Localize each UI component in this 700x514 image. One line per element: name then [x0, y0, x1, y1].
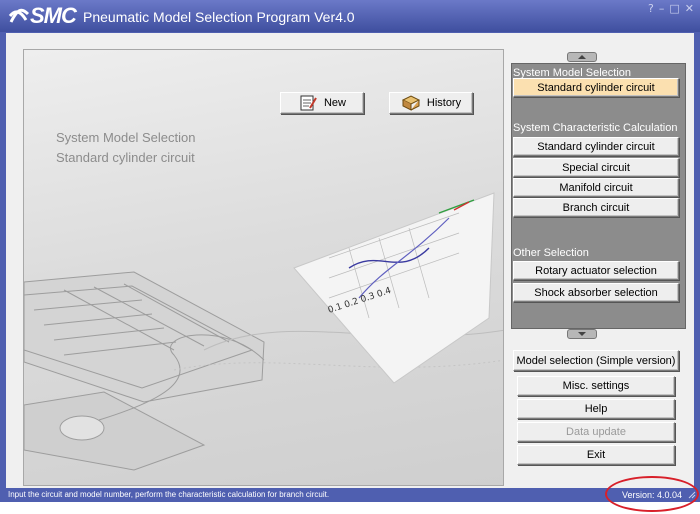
maximize-icon[interactable]: □: [669, 3, 679, 15]
new-button[interactable]: New: [280, 92, 364, 114]
smc-logo: SMC: [8, 4, 84, 28]
button-label: Branch circuit: [562, 201, 630, 214]
model-standard-cylinder-circuit-button[interactable]: Standard cylinder circuit: [513, 78, 679, 97]
shock-absorber-selection-button[interactable]: Shock absorber selection: [513, 283, 679, 302]
book-icon: [401, 95, 420, 111]
button-label: Exit: [586, 449, 606, 461]
app-window: SMC Pneumatic Model Selection Program Ve…: [0, 0, 700, 502]
new-button-label: New: [323, 97, 346, 109]
special-circuit-button[interactable]: Special circuit: [513, 158, 679, 177]
button-label: Misc. settings: [562, 380, 630, 392]
button-label: Standard cylinder circuit: [537, 140, 655, 153]
button-label: Model selection (Simple version): [516, 354, 676, 367]
branch-circuit-button[interactable]: Branch circuit: [513, 198, 679, 217]
rotary-actuator-selection-button[interactable]: Rotary actuator selection: [513, 261, 679, 280]
new-document-icon: [300, 95, 317, 111]
button-label: Standard cylinder circuit: [537, 81, 655, 94]
misc-settings-button[interactable]: Misc. settings: [517, 376, 675, 396]
other-selection-label: Other Selection: [513, 247, 589, 259]
button-label: Help: [584, 403, 608, 415]
window-title: Pneumatic Model Selection Program Ver4.0: [83, 9, 355, 25]
window-controls: ? – □ ✕: [648, 3, 694, 15]
history-button-label: History: [426, 97, 462, 109]
history-button[interactable]: History: [389, 92, 473, 114]
characteristic-calculation-label: System Characteristic Calculation: [513, 122, 678, 134]
button-label: Shock absorber selection: [534, 286, 658, 299]
exit-button[interactable]: Exit: [517, 445, 675, 465]
stage-subheading: Standard cylinder circuit: [56, 150, 195, 165]
minimize-icon[interactable]: –: [659, 3, 665, 15]
data-update-button: Data update: [517, 422, 675, 442]
client-area: 0.1 0.2 0.3 0.4 New History System Model…: [6, 33, 694, 488]
calc-standard-cylinder-circuit-button[interactable]: Standard cylinder circuit: [513, 137, 679, 156]
button-label: Data update: [566, 426, 626, 438]
title-bar[interactable]: SMC Pneumatic Model Selection Program Ve…: [0, 0, 700, 32]
version-annotation-ellipse: [605, 476, 699, 512]
panel-scroll-down-tab[interactable]: [567, 329, 597, 339]
close-icon[interactable]: ✕: [685, 3, 694, 15]
stage-heading: System Model Selection: [56, 130, 196, 145]
button-label: Manifold circuit: [559, 181, 633, 194]
help-button[interactable]: Help: [517, 399, 675, 419]
button-label: Special circuit: [562, 161, 630, 174]
status-bar: Input the circuit and model number, perf…: [0, 488, 700, 502]
button-label: Rotary actuator selection: [535, 264, 657, 277]
manifold-circuit-button[interactable]: Manifold circuit: [513, 178, 679, 197]
chart-sheet-illustration: 0.1 0.2 0.3 0.4: [293, 192, 495, 384]
illustration-stage: 0.1 0.2 0.3 0.4 New History System Model…: [23, 49, 504, 486]
status-message: Input the circuit and model number, perf…: [8, 490, 330, 499]
help-window-icon[interactable]: ?: [648, 3, 654, 15]
panel-scroll-up-tab[interactable]: [567, 52, 597, 62]
brand-text: SMC: [30, 3, 77, 28]
model-selection-simple-button[interactable]: Model selection (Simple version): [513, 350, 679, 371]
